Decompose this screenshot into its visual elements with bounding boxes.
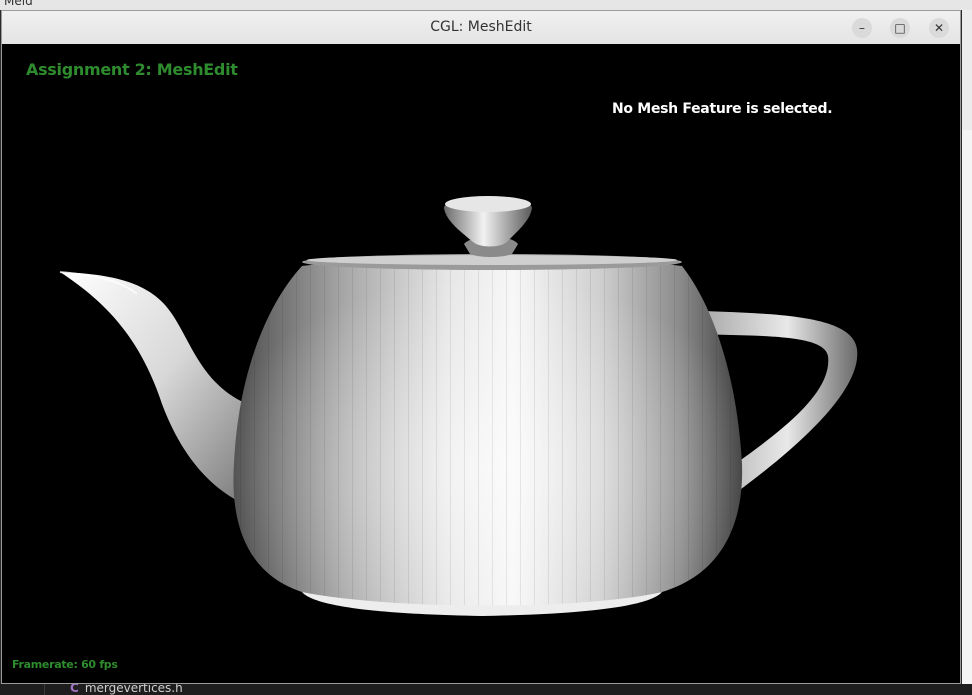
selection-status: No Mesh Feature is selected. — [612, 101, 833, 117]
meshedit-window: CGL: MeshEdit – □ ✕ Assignment 2: MeshEd… — [1, 10, 961, 684]
close-icon: ✕ — [933, 21, 945, 35]
background-sidebar-edge — [44, 684, 45, 695]
background-app-title: Meld — [4, 0, 33, 8]
teapot-lid-knob — [444, 196, 532, 257]
assignment-title: Assignment 2: MeshEdit — [26, 60, 238, 79]
framerate-readout: Framerate: 60 fps — [12, 658, 118, 671]
teapot-render[interactable] — [2, 44, 960, 683]
minimize-button[interactable]: – — [852, 18, 872, 38]
desktop: Meld Cmergevertices.h CGL: MeshEdit – □ … — [0, 0, 972, 695]
close-button[interactable]: ✕ — [929, 18, 949, 38]
background-app-panel — [962, 130, 972, 695]
render-viewport[interactable]: Assignment 2: MeshEdit No Mesh Feature i… — [2, 44, 960, 683]
minimize-icon: – — [859, 21, 865, 35]
maximize-button[interactable]: □ — [890, 18, 910, 38]
window-title: CGL: MeshEdit — [430, 19, 532, 35]
background-app-topbar: Meld — [0, 0, 972, 10]
teapot-body — [233, 254, 743, 616]
maximize-icon: □ — [894, 21, 906, 35]
background-editor-statusline: Cmergevertices.h — [0, 681, 972, 695]
window-titlebar[interactable]: CGL: MeshEdit – □ ✕ — [2, 11, 960, 45]
teapot-spout — [59, 271, 247, 504]
